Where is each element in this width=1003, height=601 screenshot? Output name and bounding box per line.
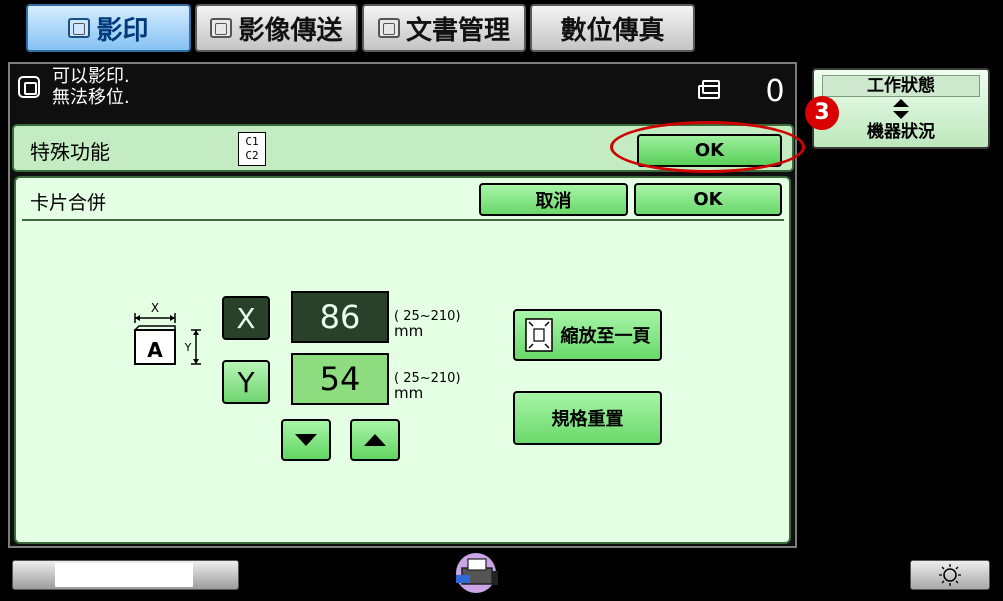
copy-status-icon bbox=[18, 76, 40, 98]
image-send-icon bbox=[210, 18, 233, 38]
fit-to-page-label: 縮放至一頁 bbox=[560, 326, 651, 347]
y-axis-label: Y bbox=[237, 365, 255, 399]
tab-digital-fax-label: 數位傳真 bbox=[560, 15, 665, 46]
tab-image-send[interactable]: 影像傳送 bbox=[195, 4, 358, 52]
cancel-label: 取消 bbox=[535, 190, 572, 212]
divider bbox=[22, 219, 784, 221]
tab-copy-label: 影印 bbox=[96, 15, 149, 46]
up-arrow-icon bbox=[364, 434, 386, 446]
cancel-button[interactable]: 取消 bbox=[479, 183, 628, 216]
ok-label: OK bbox=[693, 189, 723, 210]
down-arrow-icon bbox=[295, 434, 317, 446]
diagram-paper-letter: A bbox=[147, 338, 163, 362]
brightness-button[interactable] bbox=[910, 560, 990, 590]
tab-copy[interactable]: 影印 bbox=[26, 4, 191, 52]
status-message: 可以影印. 無法移位. bbox=[52, 66, 252, 108]
document-filing-icon bbox=[377, 18, 400, 38]
copy-icon bbox=[68, 18, 91, 38]
decrease-button[interactable] bbox=[281, 419, 331, 461]
size-reset-label: 規格重置 bbox=[551, 409, 624, 430]
increase-button[interactable] bbox=[350, 419, 400, 461]
progress-bar-track bbox=[55, 563, 193, 587]
x-range: ( 25~210) mm bbox=[394, 310, 461, 340]
special-functions-title: 特殊功能 bbox=[30, 140, 110, 164]
job-status-label: 工作狀態 bbox=[822, 75, 980, 97]
y-axis-button[interactable]: Y bbox=[222, 360, 270, 404]
status-line-shift: 無法移位. bbox=[52, 87, 130, 108]
x-axis-button[interactable]: X bbox=[222, 296, 270, 340]
fit-to-page-icon bbox=[524, 318, 553, 352]
card-dimension-diagram-icon: X A Y bbox=[134, 301, 201, 365]
card-shot-mode-icon: C1 C2 bbox=[238, 132, 266, 166]
card-shot-title: 卡片合併 bbox=[30, 192, 107, 214]
status-line-ready: 可以影印. bbox=[52, 66, 130, 87]
y-unit: mm bbox=[394, 384, 424, 402]
icon-text-c1: C1 bbox=[245, 135, 259, 148]
toggle-arrows-icon bbox=[893, 99, 909, 119]
copy-count: 0 bbox=[765, 74, 785, 109]
tab-image-send-label: 影像傳送 bbox=[238, 15, 343, 46]
tab-document-filing-label: 文書管理 bbox=[405, 15, 510, 46]
diagram-x-label: X bbox=[151, 301, 159, 315]
step-callout-badge: 3 bbox=[805, 96, 839, 130]
x-value: 86 bbox=[319, 298, 361, 336]
ok-highlight-ring bbox=[610, 121, 805, 173]
printer-icon[interactable] bbox=[454, 551, 502, 595]
y-value: 54 bbox=[319, 360, 361, 398]
tab-digital-fax[interactable]: 數位傳真 bbox=[530, 4, 695, 52]
x-value-field[interactable]: 86 bbox=[291, 291, 389, 343]
icon-text-c2: C2 bbox=[245, 149, 259, 162]
machine-status-label: 機器狀況 bbox=[867, 122, 935, 142]
tab-document-filing[interactable]: 文書管理 bbox=[362, 4, 526, 52]
brightness-icon bbox=[939, 564, 961, 586]
fit-to-page-button[interactable]: 縮放至一頁 bbox=[513, 309, 662, 361]
y-value-field[interactable]: 54 bbox=[291, 353, 389, 405]
y-range: ( 25~210) mm bbox=[394, 372, 461, 402]
copies-stack-icon bbox=[698, 80, 720, 99]
diagram-y-label: Y bbox=[184, 341, 192, 354]
x-axis-label: X bbox=[236, 301, 256, 335]
x-unit: mm bbox=[394, 322, 424, 340]
card-shot-ok-button[interactable]: OK bbox=[634, 183, 782, 216]
size-reset-button[interactable]: 規格重置 bbox=[513, 391, 662, 445]
